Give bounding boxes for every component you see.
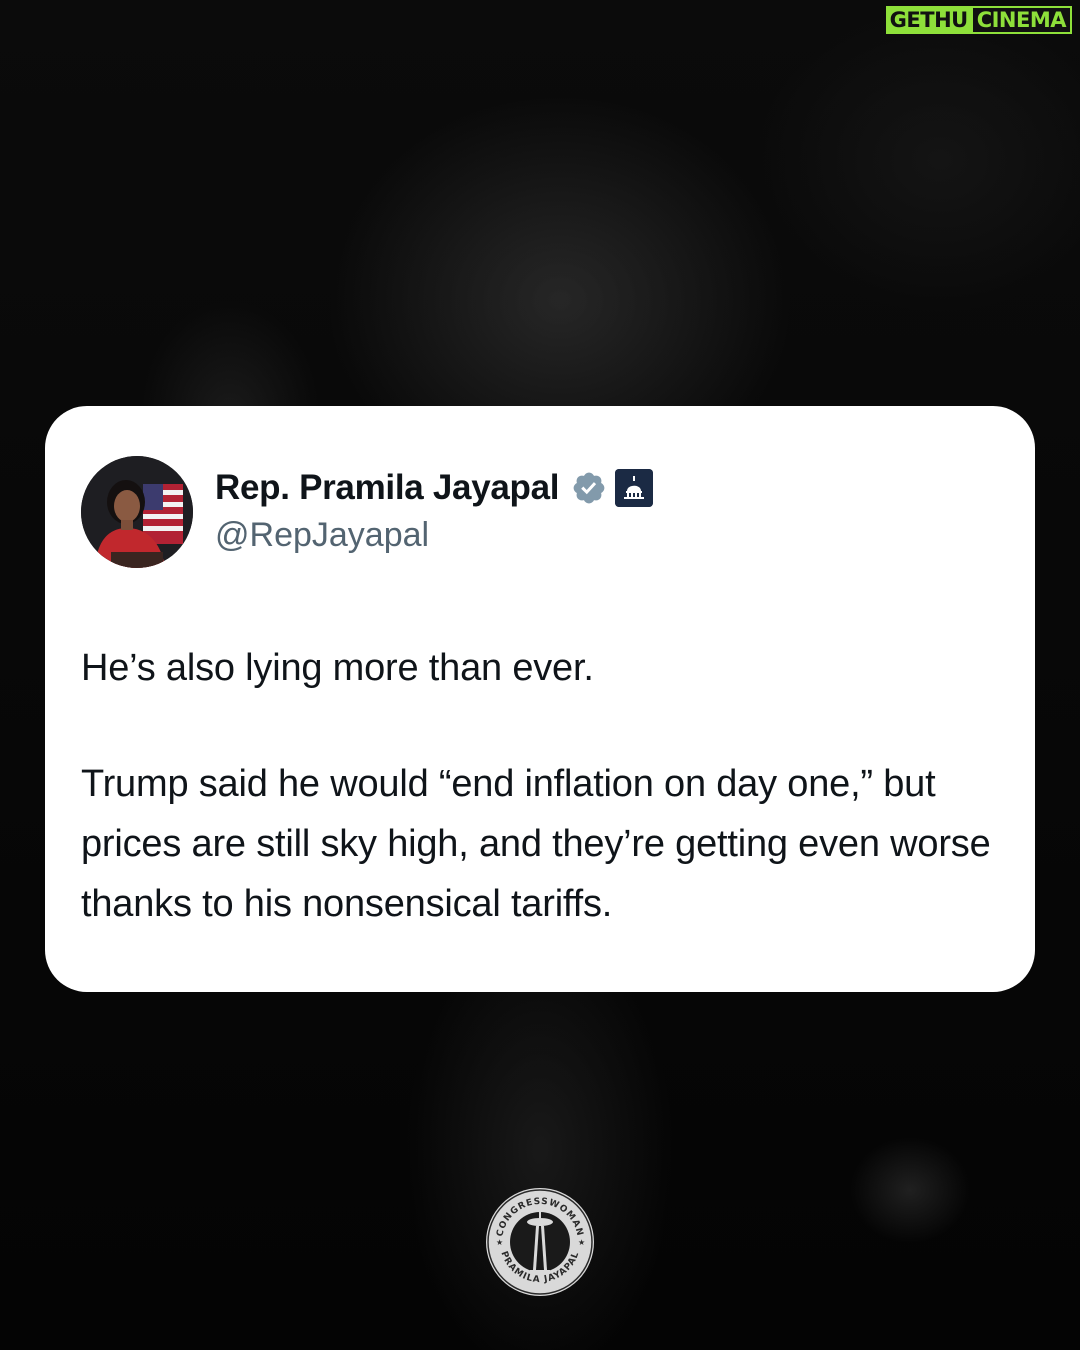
verified-badge-icon	[573, 472, 605, 504]
tweet-paragraph-1: He’s also lying more than ever.	[81, 647, 594, 689]
tweet-card: Rep. Pramila Jayapal @RepJayapal He’s al…	[45, 406, 1035, 992]
svg-text:★: ★	[578, 1238, 585, 1247]
display-name[interactable]: Rep. Pramila Jayapal	[215, 468, 560, 508]
watermark-logo: GETHU CINEMA	[885, 6, 1072, 34]
name-row: Rep. Pramila Jayapal	[215, 468, 654, 508]
watermark-logo-part-a: GETHU	[885, 6, 971, 34]
avatar-image	[81, 456, 193, 568]
avatar[interactable]	[81, 456, 193, 568]
congresswoman-seal-logo: CONGRESSWOMAN PRAMILA JAYAPAL ★ ★	[486, 1188, 594, 1296]
svg-text:★: ★	[496, 1238, 503, 1247]
user-handle[interactable]: @RepJayapal	[215, 516, 429, 555]
tweet-text: He’s also lying more than ever. Trump sa…	[81, 638, 1011, 934]
capitol-icon	[615, 469, 654, 507]
watermark-logo-part-b: CINEMA	[970, 6, 1072, 34]
tweet-paragraph-2: Trump said he would “end inflation on da…	[81, 763, 991, 925]
